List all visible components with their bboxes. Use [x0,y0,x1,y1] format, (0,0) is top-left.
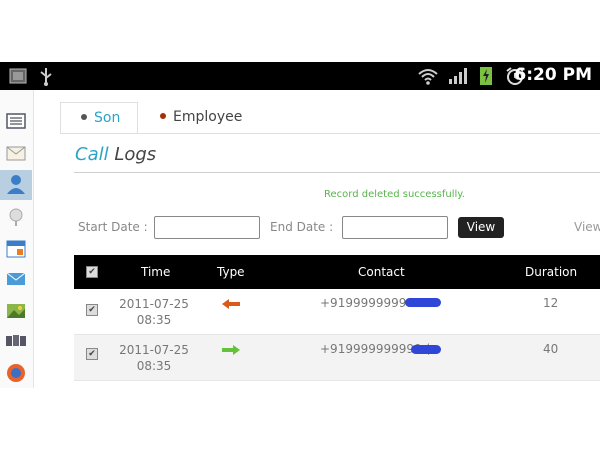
column-header-duration[interactable]: Duration [525,265,577,279]
view-link[interactable]: View [574,220,600,234]
call-duration: 40 [543,342,559,356]
table-header: ✔ Time Type Contact Duration [74,255,600,289]
usb-icon [40,68,52,86]
wifi-icon [418,69,438,85]
calendar-icon[interactable] [5,238,27,260]
title-divider [74,172,600,173]
row-checkbox[interactable]: ✔ [86,348,98,360]
gallery-icon [9,68,27,84]
mail-icon[interactable] [5,142,27,164]
time-cell: 2011-07-25 08:35 [114,296,194,328]
contacts-icon[interactable] [0,170,32,200]
view-button[interactable]: View [458,217,504,238]
call-time: 08:35 [136,313,172,327]
end-date-input[interactable] [342,216,448,239]
redaction-mark [405,298,441,307]
status-time: 6:20 PM [514,65,592,85]
signal-icon [449,68,467,84]
table-row[interactable]: ✔ 2011-07-25 08:35 +919999999999 12 [74,289,600,335]
status-bar: 6:20 PM [0,62,600,90]
left-sidebar [0,90,34,388]
call-date: 2011-07-25 [119,343,189,357]
list-icon[interactable] [5,110,27,132]
table-row[interactable] [74,381,600,388]
incoming-call-icon [222,345,240,355]
tab-employee[interactable]: Employee [160,102,260,132]
call-date: 2011-07-25 [119,297,189,311]
message-icon[interactable] [5,268,27,290]
panel-border [60,133,600,134]
select-all-checkbox[interactable]: ✔ [86,266,98,278]
tab-dot [160,113,166,119]
page-title-accent: Call [75,144,109,165]
battery-charging-icon [480,67,492,85]
tab-label: Son [94,110,121,126]
column-header-type[interactable]: Type [217,265,245,279]
row-checkbox[interactable]: ✔ [86,304,98,316]
gallery-icon[interactable] [5,300,27,322]
call-time: 08:35 [136,359,172,373]
location-icon[interactable] [5,206,27,228]
success-message: Record deleted successfully. [324,189,465,200]
end-date-label: End Date : [270,220,334,234]
call-duration: 12 [543,296,559,310]
app-screen: Son Employee Call Logs Record deleted su… [0,90,600,388]
browser-icon[interactable] [5,362,27,384]
start-date-label: Start Date : [78,220,148,234]
page-title: Call Logs [75,144,156,165]
page-title-rest: Logs [108,144,157,165]
table-row[interactable]: ✔ 2011-07-25 08:35 +919999999999 ( 40 [74,335,600,381]
tab-dot [81,114,87,120]
column-header-contact[interactable]: Contact [358,265,405,279]
outgoing-call-icon [222,299,240,309]
tab-son[interactable]: Son [60,102,138,133]
start-date-input[interactable] [154,216,260,239]
redaction-mark [411,345,441,354]
tab-bar: Son Employee [60,102,600,134]
tab-label: Employee [173,109,243,125]
time-cell: 2011-07-25 08:35 [114,342,194,374]
column-header-time[interactable]: Time [141,265,170,279]
files-icon[interactable] [5,330,27,352]
